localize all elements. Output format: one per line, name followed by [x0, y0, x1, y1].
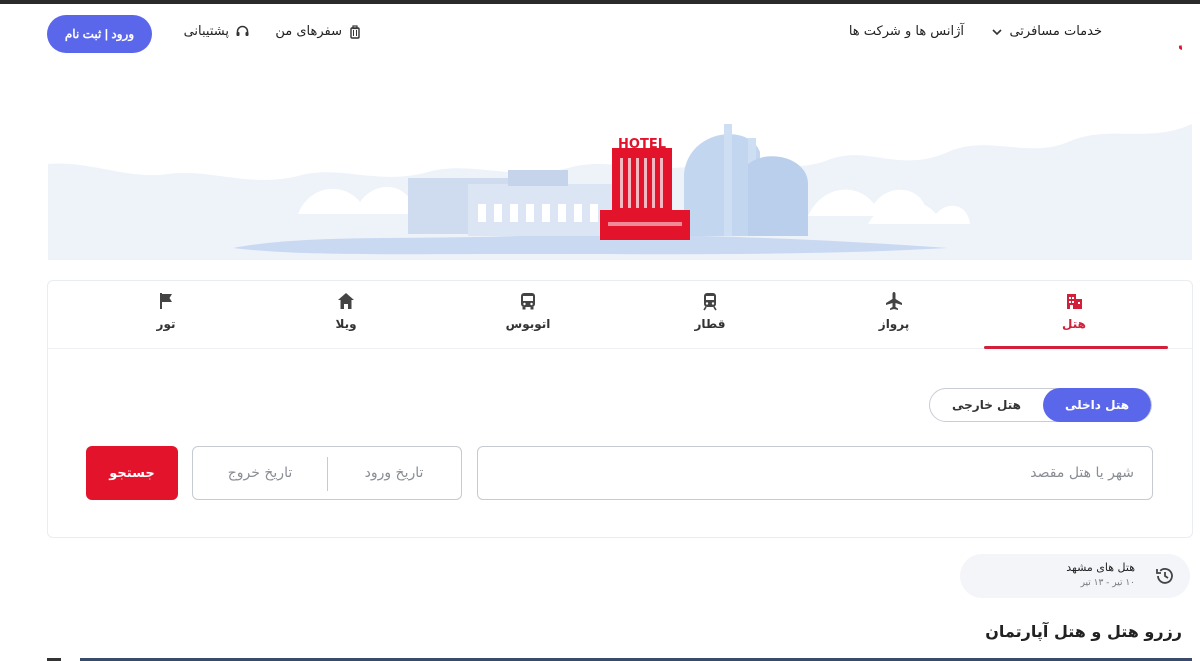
tab-flight[interactable]: پرواز [834, 291, 954, 349]
hotel-sign: HOTEL [618, 137, 666, 152]
building-icon [1067, 294, 1082, 309]
tab-train[interactable]: قطار [650, 291, 770, 349]
tab-tour[interactable]: تور [106, 291, 226, 349]
tab-bus[interactable]: اتوبوس [468, 291, 588, 349]
hotel-type-toggle: هتل داخلی هتل خارجی [929, 388, 1152, 422]
recent-search-dates: ۱۰ تیر - ۱۳ تیر [1080, 578, 1135, 588]
nav-support[interactable]: پشتیبانی [184, 24, 250, 39]
airplane-icon [886, 292, 902, 310]
headset-icon [236, 25, 249, 36]
search-button[interactable]: جستجو [86, 446, 178, 500]
domestic-hotel-option[interactable]: هتل داخلی [1043, 388, 1151, 422]
date-divider [327, 457, 328, 491]
nav-support-label: پشتیبانی [183, 24, 229, 39]
date-range-box [192, 446, 462, 500]
foreign-hotel-option[interactable]: هتل خارجی [930, 389, 1043, 421]
section-title: رزرو هتل و هتل آپارتمان [985, 622, 1182, 641]
tab-villa[interactable]: ویلا [286, 291, 406, 349]
tab-flight-label: پرواز [878, 317, 910, 331]
snapptrip-logo[interactable]: اسنپ! تریپ [1136, 14, 1200, 54]
flag-icon [160, 293, 172, 309]
house-icon [338, 293, 354, 309]
tab-bus-label: اتوبوس [505, 317, 551, 331]
recent-search-title: هتل های مشهد [1066, 561, 1135, 574]
login-signup-button[interactable]: ورود | ثبت نام [47, 15, 152, 53]
nav-travel-services[interactable]: خدمات مسافرتی [991, 24, 1102, 39]
tab-hotel-label: هتل [1062, 317, 1086, 331]
recent-search-chip[interactable]: هتل های مشهد ۱۰ تیر - ۱۳ تیر [960, 554, 1190, 598]
service-tabs: هتل پرواز قطار اتوبوس ویلا تور [48, 281, 1192, 349]
history-icon [1156, 568, 1173, 584]
site-header: اسنپ! تریپ خدمات مسافرتی آژانس ها و شرکت… [0, 4, 1200, 64]
search-card: هتل پرواز قطار اتوبوس ویلا تور هتل داخلی… [47, 280, 1193, 538]
svg-text:تریپ: تریپ [1178, 36, 1182, 54]
nav-travel-services-label: خدمات مسافرتی [1009, 24, 1102, 39]
nav-my-trips[interactable]: سفرهای من [275, 24, 362, 39]
tab-villa-label: ویلا [335, 317, 357, 331]
bus-icon [521, 293, 535, 310]
nav-agencies[interactable]: آژانس ها و شرکت ها [849, 24, 964, 39]
checkin-date-input[interactable] [327, 447, 461, 499]
suitcase-icon [350, 24, 360, 39]
svg-text:اسنپ!: اسنپ! [1180, 17, 1182, 35]
tab-train-label: قطار [694, 317, 726, 331]
chevron-down-icon [992, 28, 1003, 35]
nav-agencies-label: آژانس ها و شرکت ها [848, 24, 964, 39]
checkout-date-input[interactable] [193, 447, 327, 499]
active-tab-indicator [984, 346, 1168, 349]
tab-tour-label: تور [156, 317, 176, 331]
hero-illustration: HOTEL [48, 64, 1192, 260]
train-icon [703, 293, 717, 311]
destination-input[interactable] [477, 446, 1153, 500]
nav-my-trips-label: سفرهای من [275, 24, 342, 39]
tab-hotel[interactable]: هتل [1014, 291, 1134, 349]
